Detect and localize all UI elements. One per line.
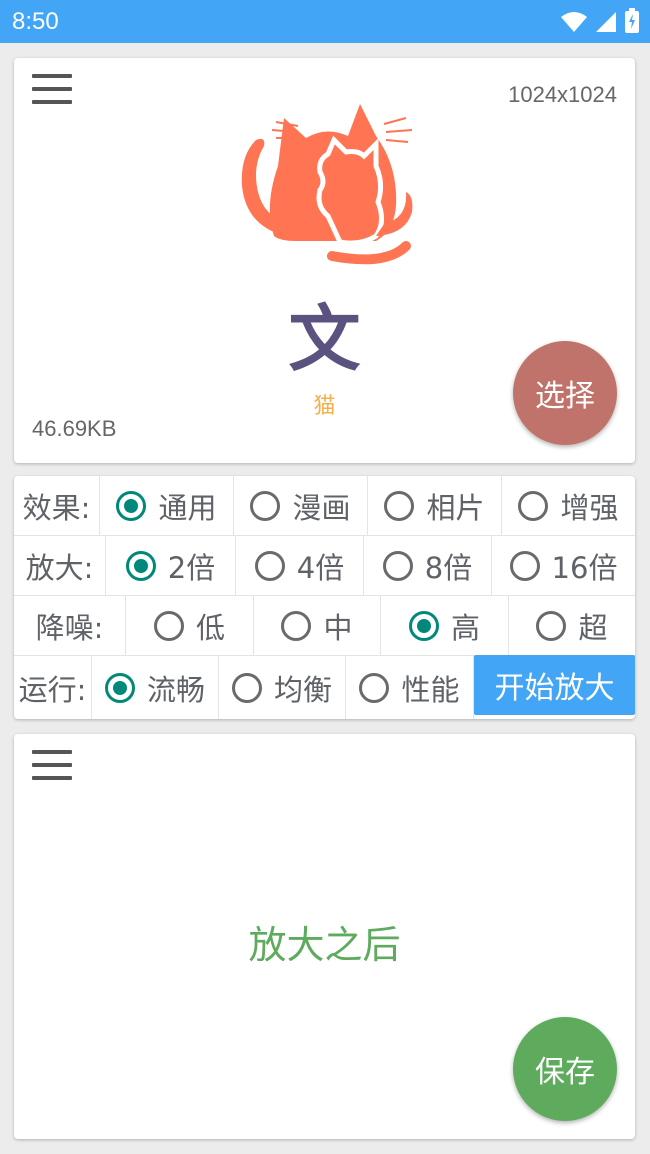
status-time: 8:50 [12, 8, 59, 35]
wifi-icon [561, 12, 587, 32]
select-button[interactable]: 选择 [513, 341, 617, 445]
radio-unselected-icon [231, 672, 262, 703]
option-label: 16倍 [551, 550, 618, 585]
option-label: 低 [195, 610, 225, 645]
menu-icon[interactable] [32, 750, 72, 780]
status-icons [560, 8, 640, 34]
denoise-label: 降噪: [14, 596, 126, 655]
option-label: 增强 [560, 490, 619, 525]
cat-logo-icon [241, 104, 413, 265]
radio-unselected-icon [384, 490, 415, 521]
options-panel: 效果: 通用 漫画 相片 增强 放大: 2倍 4倍 8倍 16倍 降噪: 低 中… [14, 476, 635, 719]
denoise-row: 降噪: 低 中 高 超 [14, 596, 635, 656]
signal-icon [596, 12, 616, 32]
file-size: 46.69KB [32, 416, 117, 441]
option-label: 2倍 [167, 550, 216, 585]
denoise-option-low[interactable]: 低 [126, 596, 254, 655]
scale-option-4x[interactable]: 4倍 [236, 536, 364, 595]
radio-selected-icon [125, 550, 156, 581]
effect-row: 效果: 通用 漫画 相片 增强 [14, 476, 635, 536]
radio-unselected-icon [518, 490, 549, 521]
run-option-smooth[interactable]: 流畅 [92, 656, 219, 719]
radio-unselected-icon [254, 550, 285, 581]
effect-option-enhance[interactable]: 增强 [502, 476, 635, 535]
option-label: 中 [323, 610, 353, 645]
option-label: 高 [450, 610, 480, 645]
option-label: 通用 [158, 490, 217, 525]
radio-selected-icon [408, 610, 439, 641]
radio-unselected-icon [536, 610, 567, 641]
status-bar: 8:50 [0, 0, 650, 43]
battery-icon [625, 8, 639, 33]
radio-unselected-icon [250, 490, 281, 521]
scale-option-8x[interactable]: 8倍 [364, 536, 492, 595]
scale-label: 放大: [14, 536, 106, 595]
effect-option-photo[interactable]: 相片 [368, 476, 502, 535]
run-label: 运行: [14, 656, 92, 719]
menu-icon[interactable] [32, 74, 72, 104]
option-label: 超 [578, 610, 608, 645]
scale-option-2x[interactable]: 2倍 [106, 536, 236, 595]
radio-unselected-icon [153, 610, 184, 641]
start-upscale-button[interactable]: 开始放大 [474, 655, 635, 715]
radio-unselected-icon [382, 550, 413, 581]
option-label: 性能 [401, 672, 460, 707]
option-label: 相片 [426, 490, 485, 525]
scale-row: 放大: 2倍 4倍 8倍 16倍 [14, 536, 635, 596]
option-label: 8倍 [424, 550, 473, 585]
run-option-balanced[interactable]: 均衡 [219, 656, 346, 719]
denoise-option-ultra[interactable]: 超 [509, 596, 635, 655]
input-image-card: 1024x1024 文 猫 46.69KB 选择 [14, 58, 635, 463]
effect-option-general[interactable]: 通用 [100, 476, 234, 535]
run-option-performance[interactable]: 性能 [346, 656, 474, 719]
output-placeholder: 放大之后 [248, 923, 401, 967]
run-row: 运行: 流畅 均衡 性能 开始放大 [14, 655, 635, 719]
denoise-option-mid[interactable]: 中 [254, 596, 381, 655]
option-label: 流畅 [146, 672, 205, 707]
option-label: 4倍 [296, 550, 345, 585]
radio-unselected-icon [509, 550, 540, 581]
image-resolution: 1024x1024 [508, 82, 617, 107]
denoise-option-high[interactable]: 高 [381, 596, 509, 655]
option-label: 均衡 [273, 672, 332, 707]
option-label: 漫画 [292, 490, 351, 525]
effect-option-anime[interactable]: 漫画 [234, 476, 368, 535]
radio-unselected-icon [359, 672, 390, 703]
scale-option-16x[interactable]: 16倍 [492, 536, 635, 595]
radio-unselected-icon [281, 610, 312, 641]
output-image-card: 放大之后 保存 [14, 734, 635, 1139]
radio-selected-icon [104, 672, 135, 703]
save-button[interactable]: 保存 [513, 1017, 617, 1121]
radio-selected-icon [116, 490, 147, 521]
effect-label: 效果: [14, 476, 100, 535]
